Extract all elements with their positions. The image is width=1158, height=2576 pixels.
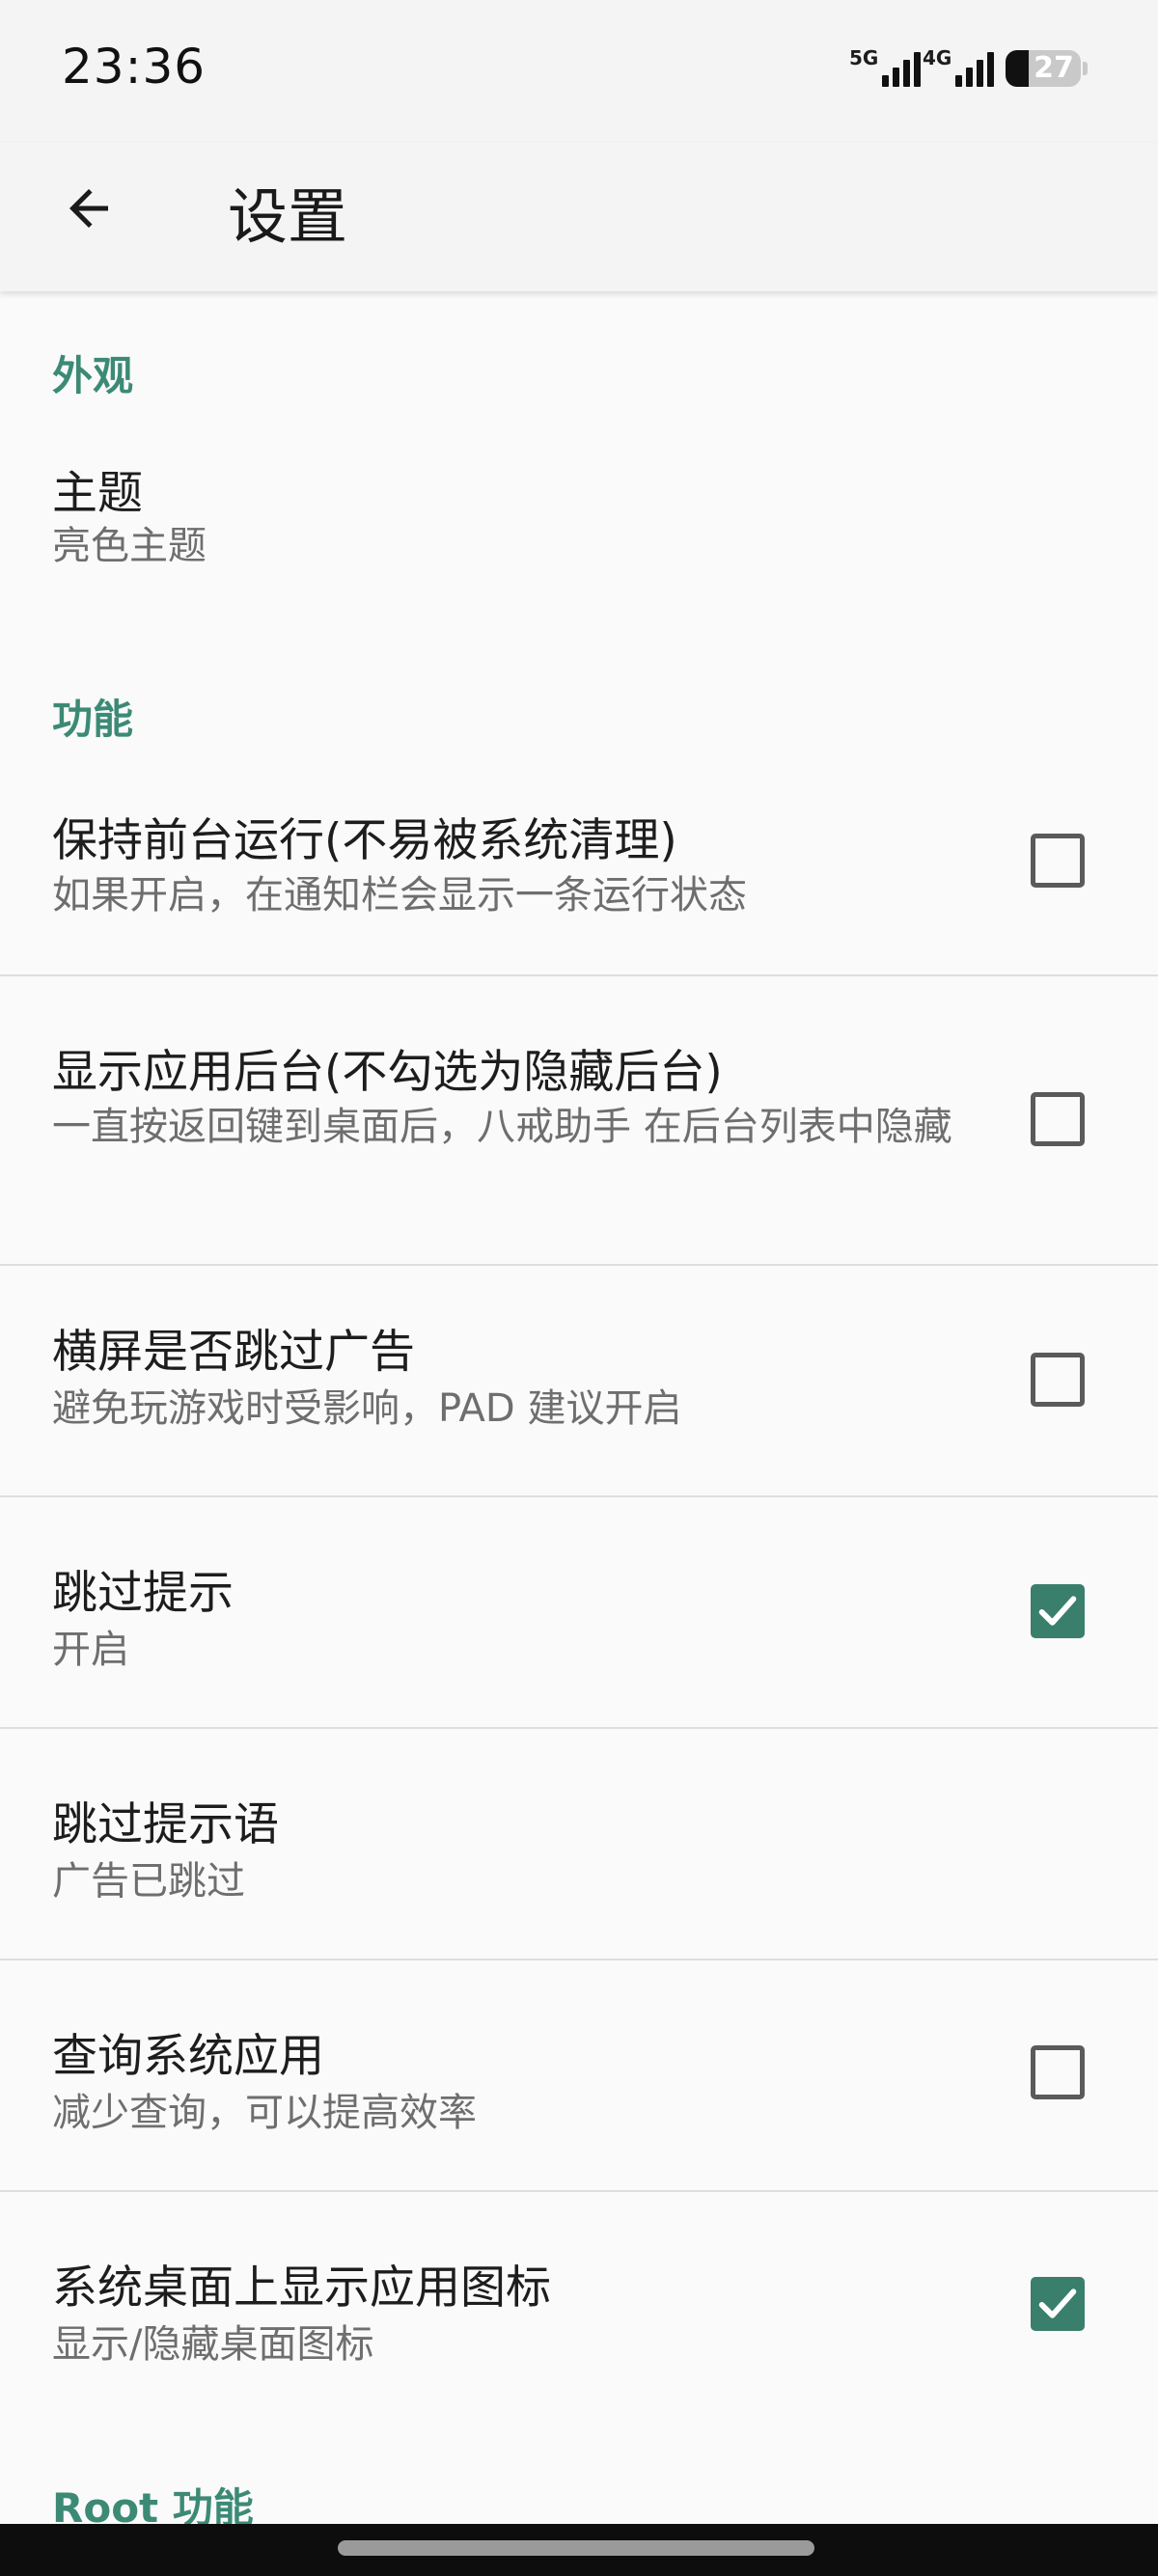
page-title: 设置 <box>228 181 348 252</box>
section-header-appearance: 外观 <box>52 352 134 399</box>
setting-title: 跳过提示 <box>52 1567 234 1620</box>
back-button[interactable] <box>48 168 129 249</box>
status-time: 23:36 <box>62 39 207 95</box>
battery-icon: 27 <box>1006 50 1081 87</box>
setting-summary: 显示/隐藏桌面图标 <box>52 2322 374 2367</box>
setting-title: 查询系统应用 <box>52 2030 324 2083</box>
setting-item-query-system-apps[interactable]: 查询系统应用 减少查询，可以提高效率 <box>0 1960 1158 2190</box>
battery-level: 27 <box>1034 51 1074 85</box>
setting-title: 显示应用后台(不勾选为隐藏后台) <box>52 1046 723 1099</box>
setting-summary: 避免玩游戏时受影响，PAD 建议开启 <box>52 1386 682 1431</box>
section-header-features: 功能 <box>52 696 134 743</box>
setting-summary: 亮色主题 <box>52 524 207 568</box>
setting-summary: 广告已跳过 <box>52 1859 245 1904</box>
app-bar: 设置 <box>0 143 1158 291</box>
setting-title: 跳过提示语 <box>52 1798 279 1851</box>
setting-item-landscape-skip-ad[interactable]: 横屏是否跳过广告 避免玩游戏时受影响，PAD 建议开启 <box>0 1266 1158 1495</box>
setting-summary: 减少查询，可以提高效率 <box>52 2091 477 2135</box>
setting-item-theme[interactable]: 主题 亮色主题 <box>0 425 1158 598</box>
setting-summary: 开启 <box>52 1628 129 1672</box>
show-background-checkbox[interactable] <box>1031 1092 1085 1146</box>
setting-item-skip-tip-text[interactable]: 跳过提示语 广告已跳过 <box>0 1729 1158 1959</box>
status-bar: 23:36 5G 4G 27 <box>0 0 1158 143</box>
battery-tip <box>1083 62 1088 75</box>
setting-item-skip-tip[interactable]: 跳过提示 开启 <box>0 1497 1158 1727</box>
signal-5g-icon: 5G <box>849 48 924 87</box>
setting-title: 系统桌面上显示应用图标 <box>52 2261 551 2315</box>
network-type-label: 5G <box>849 46 879 69</box>
skip-tip-checkbox[interactable] <box>1031 1584 1085 1638</box>
show-launcher-icon-checkbox[interactable] <box>1031 2277 1085 2331</box>
landscape-skip-ad-checkbox[interactable] <box>1031 1353 1085 1407</box>
setting-item-show-launcher-icon[interactable]: 系统桌面上显示应用图标 显示/隐藏桌面图标 <box>0 2192 1158 2422</box>
setting-title: 保持前台运行(不易被系统清理) <box>52 814 677 867</box>
network-type-label: 4G <box>923 46 952 69</box>
gesture-handle[interactable] <box>338 2540 814 2556</box>
checkmark-icon <box>1038 2288 1077 2318</box>
setting-title: 横屏是否跳过广告 <box>52 1326 415 1379</box>
keep-foreground-checkbox[interactable] <box>1031 834 1085 888</box>
query-system-apps-checkbox[interactable] <box>1031 2045 1085 2099</box>
setting-summary: 如果开启，在通知栏会显示一条运行状态 <box>52 873 747 918</box>
checkmark-icon <box>1038 1596 1077 1626</box>
setting-item-show-background[interactable]: 显示应用后台(不勾选为隐藏后台) 一直按返回键到桌面后，八戒助手 在后台列表中隐… <box>0 976 1158 1264</box>
setting-item-keep-foreground[interactable]: 保持前台运行(不易被系统清理) 如果开启，在通知栏会显示一条运行状态 <box>0 772 1158 974</box>
arrow-left-icon <box>69 189 108 228</box>
navigation-bar <box>0 2524 1158 2576</box>
signal-4g-icon: 4G <box>923 48 998 87</box>
setting-title: 主题 <box>52 467 143 520</box>
setting-summary: 一直按返回键到桌面后，八戒助手 在后台列表中隐藏 <box>52 1105 952 1149</box>
